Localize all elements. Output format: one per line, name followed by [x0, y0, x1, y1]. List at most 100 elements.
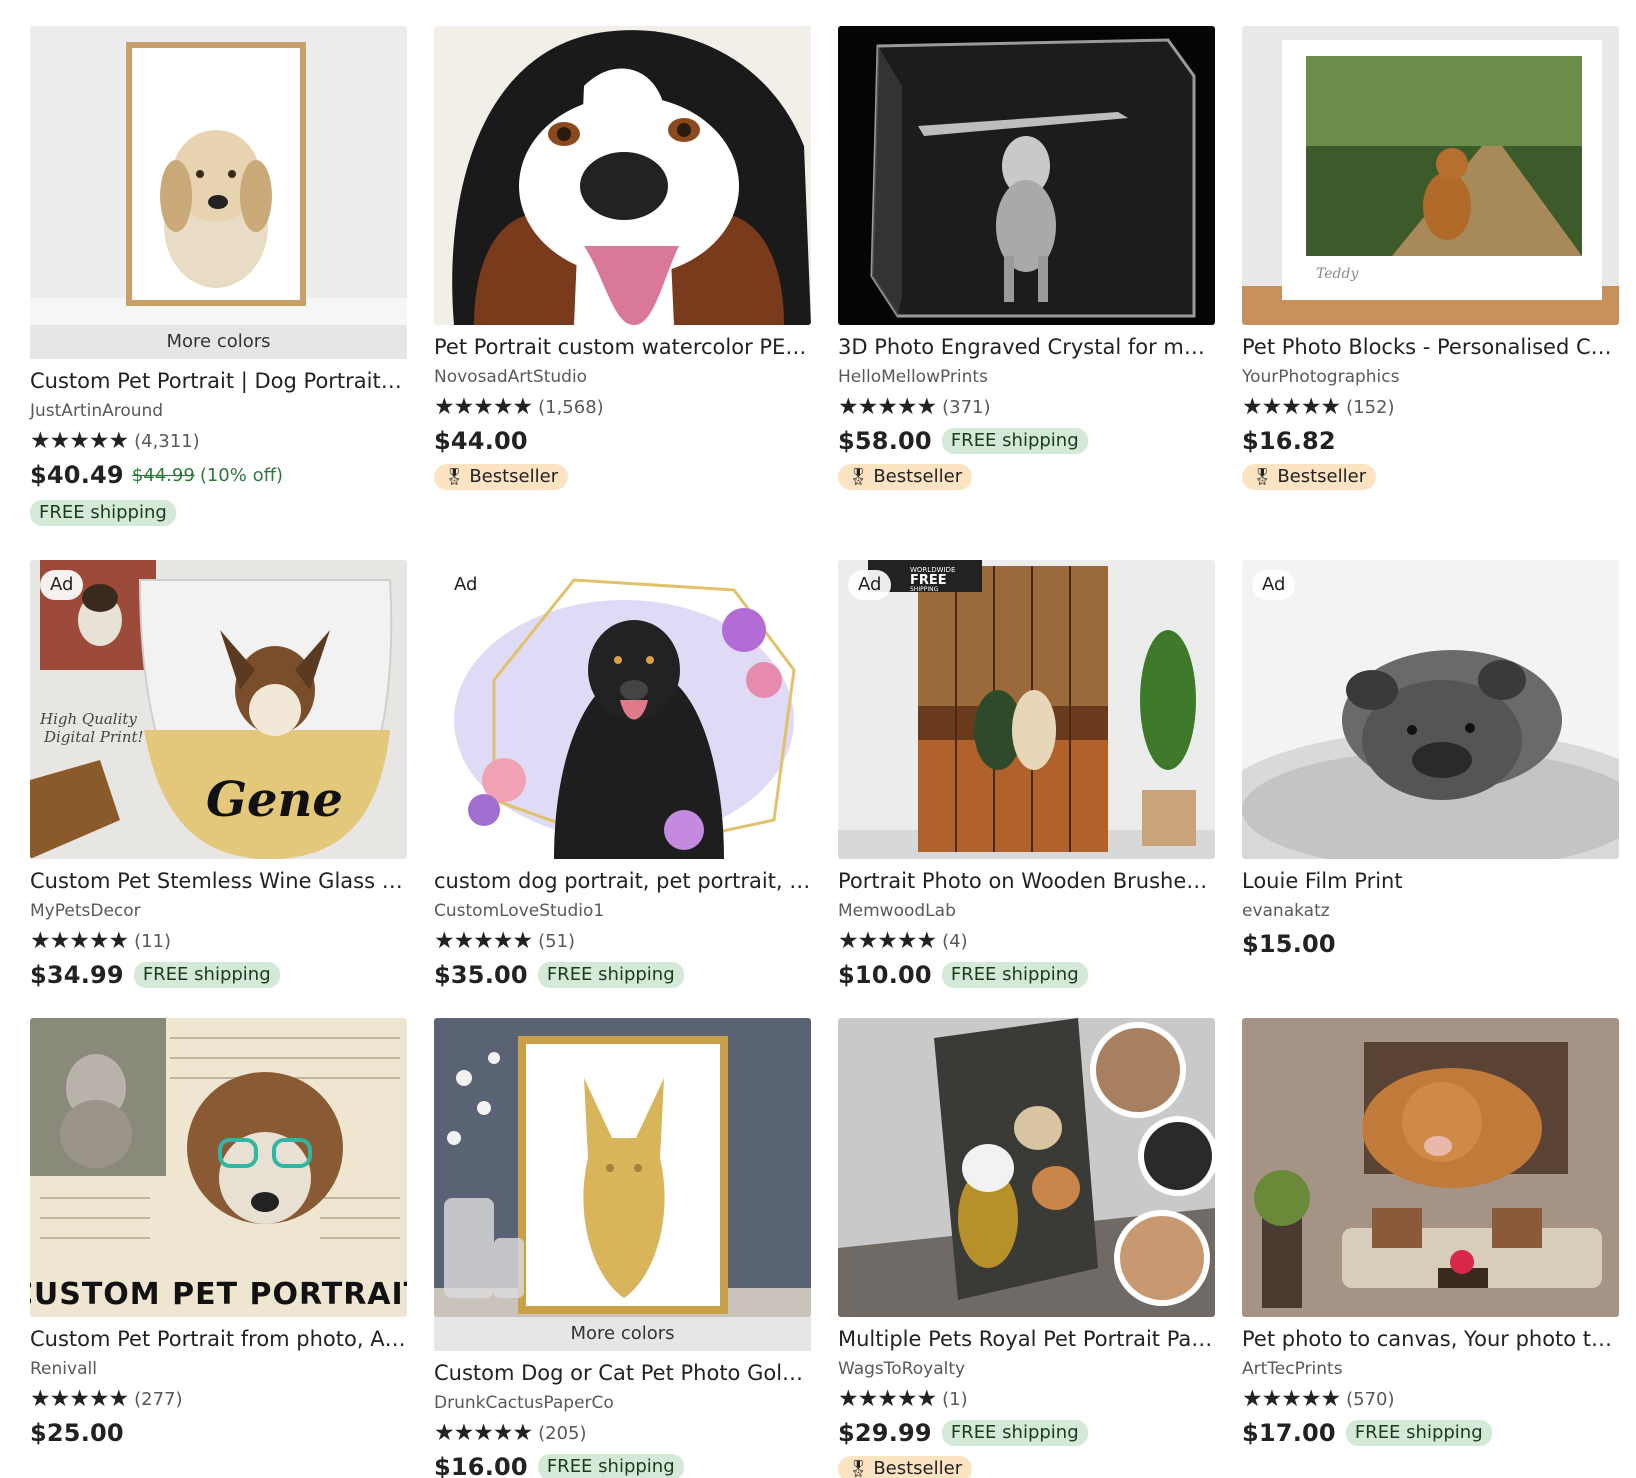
- listing-image[interactable]: Ad: [1242, 560, 1619, 859]
- bestseller-badge: 🎖 Bestseller: [1242, 464, 1377, 490]
- bestseller-label: Bestseller: [873, 466, 963, 487]
- shop-name[interactable]: CustomLoveStudio1: [434, 899, 811, 923]
- listing-card[interactable]: Pet Portrait custom watercolor PET ... N…: [434, 26, 811, 490]
- listing-card[interactable]: Ad custom dog portrait, pet portrait, c.…: [434, 560, 811, 992]
- framed-dog-portrait-image: [30, 26, 407, 325]
- free-shipping-badge: FREE shipping: [1345, 1420, 1492, 1446]
- listing-card[interactable]: Pet photo to canvas, Your photo to ... A…: [1242, 1018, 1619, 1450]
- listing-image[interactable]: CUSTOM PET PORTRAIT: [30, 1018, 407, 1317]
- image-text-digital-print: Digital Print!: [43, 728, 144, 746]
- listing-card[interactable]: More colors Custom Pet Portrait | Dog Po…: [30, 26, 407, 526]
- listing-image[interactable]: [838, 26, 1215, 325]
- rating: ★★★★★ (277): [30, 1386, 407, 1412]
- newspaper-dog-portrait-image: CUSTOM PET PORTRAIT: [30, 1018, 407, 1317]
- rating: ★★★★★ (570): [1242, 1386, 1619, 1412]
- price-row: $15.00: [1242, 927, 1619, 961]
- review-count: (205): [538, 1422, 587, 1444]
- price-row: $35.00 FREE shipping: [434, 958, 811, 992]
- review-count: (4,311): [134, 430, 200, 452]
- listing-image[interactable]: Teddy: [1242, 26, 1619, 325]
- rating: ★★★★★ (1): [838, 1386, 1215, 1412]
- price: $15.00: [1242, 930, 1336, 958]
- listing-title[interactable]: custom dog portrait, pet portrait, c...: [434, 867, 811, 895]
- more-colors-banner[interactable]: More colors: [30, 325, 407, 359]
- listing-title[interactable]: Custom Pet Portrait | Dog Portrait | ...: [30, 367, 407, 395]
- review-count: (371): [942, 396, 991, 418]
- price-row: $58.00 FREE shipping: [838, 424, 1215, 458]
- listing-title[interactable]: Custom Pet Stemless Wine Glass Se...: [30, 867, 407, 895]
- bestseller-badge: 🎖 Bestseller: [838, 1456, 973, 1478]
- listing-image[interactable]: [30, 26, 407, 325]
- listing-card[interactable]: CUSTOM PET PORTRAIT Custom Pet Portrait …: [30, 1018, 407, 1450]
- rating: ★★★★★ (1,568): [434, 394, 811, 420]
- shop-name[interactable]: Renivall: [30, 1357, 407, 1381]
- listing-title[interactable]: Louie Film Print: [1242, 867, 1619, 895]
- price: $40.49: [30, 461, 124, 489]
- shop-name[interactable]: YourPhotographics: [1242, 365, 1619, 389]
- listing-title[interactable]: Custom Dog or Cat Pet Photo Gold ...: [434, 1359, 811, 1387]
- free-shipping-badge: FREE shipping: [941, 962, 1088, 988]
- shop-name[interactable]: MemwoodLab: [838, 899, 1215, 923]
- rating: ★★★★★ (11): [30, 928, 407, 954]
- listing-title[interactable]: Pet Photo Blocks - Personalised Chu...: [1242, 333, 1619, 361]
- discount-label: (10% off): [199, 464, 284, 486]
- bestseller-badge: 🎖 Bestseller: [838, 464, 973, 490]
- listing-card[interactable]: Ad Louie Film Print evanakatz $15.00: [1242, 560, 1619, 961]
- ad-badge: Ad: [848, 570, 892, 600]
- listing-card[interactable]: High Quality Digital Print! Gene Ad Cust…: [30, 560, 407, 992]
- listing-image[interactable]: [434, 1018, 811, 1317]
- listing-image[interactable]: Ad: [434, 560, 811, 859]
- listing-title[interactable]: Custom Pet Portrait from photo, Art...: [30, 1325, 407, 1353]
- listing-image[interactable]: High Quality Digital Print! Gene Ad: [30, 560, 407, 859]
- star-rating-icon: ★★★★★: [838, 928, 937, 954]
- price: $25.00: [30, 1419, 124, 1447]
- listing-card[interactable]: 3D Photo Engraved Crystal for mem... Hel…: [838, 26, 1215, 490]
- price: $16.00: [434, 1453, 528, 1478]
- listing-image[interactable]: WORLDWIDE FREE SHIPPING Ad: [838, 560, 1215, 859]
- rating: ★★★★★ (371): [838, 394, 1215, 420]
- shop-name[interactable]: HelloMellowPrints: [838, 365, 1215, 389]
- original-price: $44.99: [131, 464, 195, 486]
- price-row: $16.82: [1242, 424, 1619, 458]
- rating: ★★★★★ (51): [434, 928, 811, 954]
- shop-name[interactable]: ArtTecPrints: [1242, 1357, 1619, 1381]
- award-icon: 🎖: [848, 467, 869, 486]
- listing-card[interactable]: More colors Custom Dog or Cat Pet Photo …: [434, 1018, 811, 1478]
- shop-name[interactable]: evanakatz: [1242, 899, 1619, 923]
- more-colors-banner[interactable]: More colors: [434, 1317, 811, 1351]
- price: $34.99: [30, 961, 124, 989]
- bestseller-badge: 🎖 Bestseller: [434, 464, 569, 490]
- listing-title[interactable]: Portrait Photo on Wooden Brushed ...: [838, 867, 1215, 895]
- review-count: (277): [134, 1388, 183, 1410]
- bulldog-film-print-image: [1242, 560, 1619, 859]
- listing-title[interactable]: 3D Photo Engraved Crystal for mem...: [838, 333, 1215, 361]
- review-count: (152): [1346, 396, 1395, 418]
- listing-card[interactable]: Multiple Pets Royal Pet Portrait Pain...…: [838, 1018, 1215, 1478]
- listing-image[interactable]: [838, 1018, 1215, 1317]
- free-shipping-badge: FREE shipping: [537, 962, 684, 988]
- review-count: (1,568): [538, 396, 604, 418]
- bestseller-label: Bestseller: [873, 1458, 963, 1478]
- star-rating-icon: ★★★★★: [434, 928, 533, 954]
- listing-image[interactable]: [434, 26, 811, 325]
- shop-name[interactable]: WagsToRoyalty: [838, 1357, 1215, 1381]
- shop-name[interactable]: NovosadArtStudio: [434, 365, 811, 389]
- listing-title[interactable]: Multiple Pets Royal Pet Portrait Pain...: [838, 1325, 1215, 1353]
- listing-title[interactable]: Pet photo to canvas, Your photo to ...: [1242, 1325, 1619, 1353]
- listing-card[interactable]: Teddy Pet Photo Blocks - Personalised Ch…: [1242, 26, 1619, 490]
- listing-card[interactable]: WORLDWIDE FREE SHIPPING Ad Portrait Phot…: [838, 560, 1215, 992]
- price-row: $34.99 FREE shipping: [30, 958, 407, 992]
- star-rating-icon: ★★★★★: [30, 428, 129, 454]
- photo-block-image: Teddy: [1242, 26, 1619, 325]
- shop-name[interactable]: JustArtinAround: [30, 399, 407, 423]
- canvas-on-wall-image: [1242, 1018, 1619, 1317]
- ad-badge: Ad: [40, 570, 84, 600]
- shop-name[interactable]: MyPetsDecor: [30, 899, 407, 923]
- review-count: (11): [134, 930, 172, 952]
- free-shipping-badge: FREE shipping: [941, 1420, 1088, 1446]
- shop-name[interactable]: DrunkCactusPaperCo: [434, 1391, 811, 1415]
- listing-title[interactable]: Pet Portrait custom watercolor PET ...: [434, 333, 811, 361]
- listing-image[interactable]: [1242, 1018, 1619, 1317]
- award-icon: 🎖: [1252, 467, 1273, 486]
- review-count: (4): [942, 930, 968, 952]
